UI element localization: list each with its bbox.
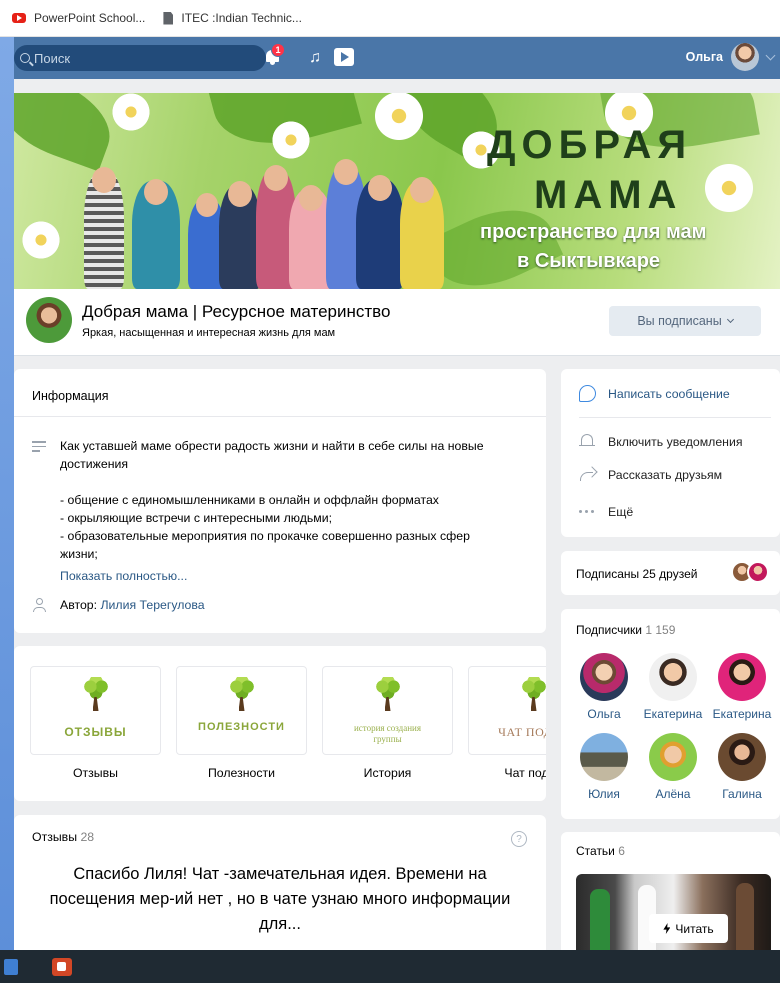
share-button[interactable]: Рассказать друзьям [579,468,722,482]
section-tile-history[interactable]: история создания группы [322,666,453,755]
avatar[interactable] [26,297,72,343]
group-photo [84,155,444,289]
powerpoint-icon[interactable] [52,958,72,976]
divider [14,416,546,417]
section-label[interactable]: Отзывы [30,766,161,780]
section-label[interactable]: Чат подде [468,766,546,780]
lightning-icon [663,923,671,934]
articles-count: 6 [618,844,625,858]
section-tile-chat[interactable]: ЧАТ ПОДДЕ [468,666,546,755]
review-text[interactable]: Спасибо Лиля! Чат -замечательная идея. В… [40,862,520,937]
section-label[interactable]: История [322,766,453,780]
video-icon[interactable] [334,48,354,66]
show-more-link[interactable]: Показать полностью... [60,569,187,583]
subscriber-item[interactable]: Екатерина [709,653,775,721]
cover-subtitle-line1: пространство для мам [480,221,707,243]
group-description: Как уставшей маме обрести радость жизни … [60,439,484,561]
avatar [649,653,697,701]
more-icon [579,503,596,520]
avatar [580,733,628,781]
cover-subtitle-line2: в Сыктывкаре [517,250,661,272]
subscribers-title[interactable]: Подписчики 1 159 [576,623,675,637]
avatar [718,653,766,701]
reviews-count: 28 [80,830,95,844]
group-header: Добрая мама | Ресурсное материнство Ярка… [14,289,780,356]
author-label: Автор: [60,598,98,612]
avatar [731,43,759,71]
send-message-button[interactable]: Написать сообщение [579,385,730,402]
article-cover-image[interactable]: Читать [576,874,771,955]
reviews-title[interactable]: Отзывы 28 [32,830,94,844]
chevron-down-icon [765,50,776,60]
articles-card: Статьи 6 Читать [561,832,780,955]
app-icon[interactable] [4,959,18,975]
help-icon[interactable]: ? [511,831,527,847]
subscriber-item[interactable]: Ольга [571,653,637,721]
info-card: Информация Как уставшей маме обрести рад… [14,369,546,633]
reviews-card: Отзывы 28 ? Спасибо Лиля! Чат -замечател… [14,815,546,955]
avatar [649,733,697,781]
subscribed-label: Вы подписаны [637,314,722,328]
author-link[interactable]: Лилия Терегулова [100,598,204,612]
group-status: Яркая, насыщенная и интересная жизнь для… [82,327,336,339]
tree-icon [81,677,111,713]
subscriber-item[interactable]: Галина [709,733,775,801]
chevron-down-icon [726,315,734,324]
subscribers-count: 1 159 [645,623,676,637]
notifications-badge: 1 [271,43,285,57]
message-icon [579,385,596,402]
search-placeholder: Поиск [34,50,71,66]
group-cover-image: ДОБРАЯ МАМА пространство для мам в Сыкты… [14,93,780,289]
section-tile-reviews[interactable]: ОТЗЫВЫ [30,666,161,755]
user-name: Ольга [685,50,723,64]
cover-title-line2: МАМА [534,173,683,217]
search-input[interactable]: Поиск [14,45,266,71]
author-line: Автор: Лилия Терегулова [60,598,205,612]
tree-icon [227,677,257,713]
info-title: Информация [32,389,109,403]
more-button[interactable]: Ещё [579,503,633,520]
enable-notifications-button[interactable]: Включить уведомления [579,433,743,450]
user-icon [33,598,46,612]
subscriber-item[interactable]: Юлия [571,733,637,801]
tree-icon [519,677,546,713]
browser-bookmarks-bar: PowerPoint School... ITEC :Indian Techni… [0,0,780,37]
user-menu[interactable]: Ольга [686,43,780,71]
avatar [718,733,766,781]
share-icon [579,468,596,482]
cover-title-line1: ДОБРАЯ [487,123,693,167]
subscriber-item[interactable]: Екатерина [640,653,706,721]
music-icon[interactable]: ♫ [309,49,321,67]
page-icon [163,11,174,25]
tree-icon [373,677,403,713]
subscribed-button[interactable]: Вы подписаны [609,306,761,336]
page-title: Добрая мама | Ресурсное материнство [82,302,391,321]
vk-header: Поиск 1 ♫ Ольга [14,37,780,79]
friends-subscribed-card[interactable]: Подписаны 25 друзей [561,551,780,595]
subscribers-card: Подписчики 1 159 Ольга Екатерина Екатери… [561,609,780,819]
youtube-icon [12,13,26,23]
avatar [580,653,628,701]
sections-card: ОТЗЫВЫ ПОЛЕЗНОСТИ история создания групп… [14,646,546,801]
read-button[interactable]: Читать [649,914,728,943]
articles-title[interactable]: Статьи 6 [576,844,625,858]
bell-icon [579,433,596,450]
search-icon [20,53,30,63]
description-icon [32,441,46,455]
bookmark-itec[interactable]: ITEC :Indian Technic... [163,11,302,25]
avatar [747,561,769,583]
bookmark-label: PowerPoint School... [34,11,146,25]
os-taskbar [0,950,780,983]
friends-label: Подписаны 25 друзей [576,567,698,581]
group-actions-card: Написать сообщение Включить уведомления … [561,369,780,537]
subscriber-item[interactable]: Алёна [640,733,706,801]
bookmark-powerpoint-school[interactable]: PowerPoint School... [12,11,145,25]
section-label[interactable]: Полезности [176,766,307,780]
divider [579,417,771,418]
bookmark-label: ITEC :Indian Technic... [181,11,302,25]
desktop-background-strip [0,37,14,950]
section-tile-useful[interactable]: ПОЛЕЗНОСТИ [176,666,307,755]
